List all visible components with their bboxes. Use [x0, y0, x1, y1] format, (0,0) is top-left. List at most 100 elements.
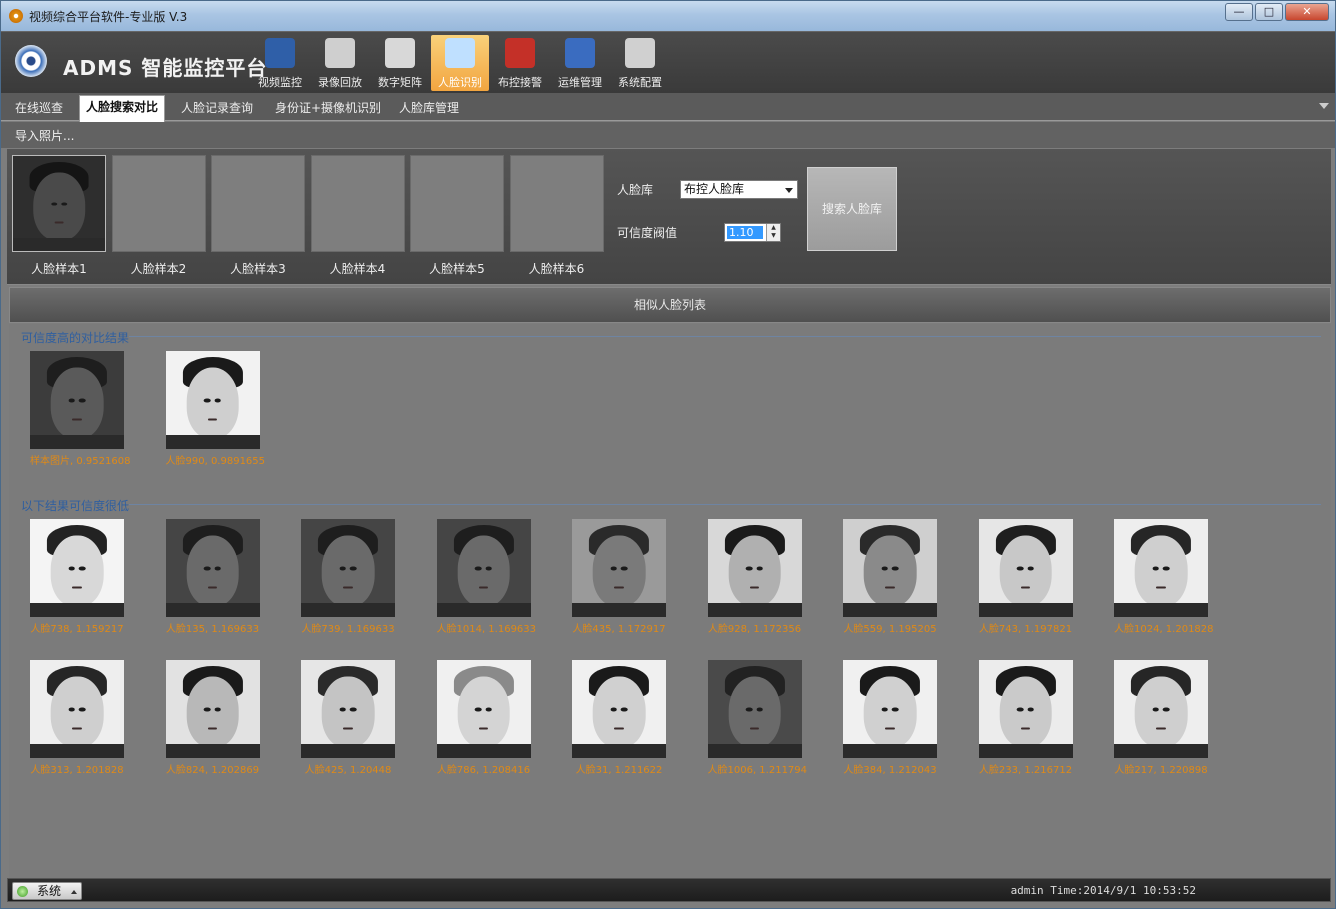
- result-item[interactable]: 人脸928, 1.172356: [707, 519, 802, 635]
- threshold-stepper[interactable]: 1.10 ▲ ▼: [724, 223, 781, 242]
- toolbar-alarm-light-button[interactable]: 布控接警: [491, 35, 549, 91]
- result-face-photo[interactable]: [436, 660, 531, 758]
- result-face-photo[interactable]: [436, 519, 531, 617]
- stepper-down-icon[interactable]: ▼: [767, 232, 780, 240]
- toolbar-label: 视频监控: [258, 76, 302, 89]
- result-face-photo[interactable]: [301, 519, 395, 617]
- result-face-photo[interactable]: [1114, 660, 1208, 758]
- result-face-photo[interactable]: [165, 351, 260, 449]
- face-sample-label: 人脸样本6: [528, 262, 585, 276]
- face-sample-slot[interactable]: 人脸样本1: [12, 155, 106, 277]
- result-face-photo[interactable]: [301, 660, 395, 758]
- threshold-value[interactable]: 1.10: [727, 226, 763, 239]
- result-face-photo[interactable]: [707, 660, 802, 758]
- face-sample-empty[interactable]: [211, 155, 305, 252]
- face-sample-photo[interactable]: [12, 155, 106, 252]
- result-face-photo[interactable]: [30, 351, 124, 449]
- low-confidence-title: 以下结果可信度很低: [21, 499, 130, 513]
- result-item[interactable]: 人脸1024, 1.201828: [1114, 519, 1214, 635]
- toolbar-label: 人脸识别: [438, 76, 482, 89]
- search-face-db-button[interactable]: 搜索人脸库: [807, 167, 897, 251]
- result-item[interactable]: 人脸743, 1.197821: [978, 519, 1073, 635]
- result-item[interactable]: 人脸1006, 1.211794: [707, 660, 807, 776]
- face-sample-label: 人脸样本5: [429, 262, 485, 276]
- result-item[interactable]: 人脸990, 0.9891655: [165, 351, 265, 467]
- result-face-photo[interactable]: [1114, 519, 1208, 617]
- face-sample-empty[interactable]: [509, 155, 604, 252]
- result-item[interactable]: 样本图片, 0.9521608: [30, 351, 131, 467]
- result-face-photo[interactable]: [707, 519, 802, 617]
- result-face-photo[interactable]: [843, 519, 937, 617]
- face-sample-empty[interactable]: [111, 155, 206, 252]
- result-item[interactable]: 人脸738, 1.159217: [30, 519, 124, 635]
- logo-eye-icon: [15, 45, 47, 77]
- face-sample-slot[interactable]: 人脸样本5: [410, 155, 504, 277]
- tab-overflow-icon[interactable]: [1319, 103, 1329, 109]
- face-db-value: 布控人脸库: [684, 182, 745, 196]
- result-item[interactable]: 人脸384, 1.212043: [843, 660, 937, 776]
- result-item[interactable]: 人脸135, 1.169633: [165, 519, 260, 635]
- result-item[interactable]: 人脸435, 1.172917: [572, 519, 666, 635]
- close-button[interactable]: ✕: [1285, 3, 1329, 21]
- tab-0[interactable]: 在线巡查: [9, 97, 69, 121]
- main-window: 视频综合平台软件-专业版 V.3 — □ ✕ ADMS 智能监控平台 视频监控 录…: [0, 0, 1336, 909]
- minimize-button[interactable]: —: [1225, 3, 1253, 21]
- tab-3[interactable]: 身份证+摄像机识别: [269, 97, 387, 121]
- result-item[interactable]: 人脸313, 1.201828: [30, 660, 124, 776]
- result-item[interactable]: 人脸739, 1.169633: [301, 519, 395, 635]
- system-menu-button[interactable]: 系统: [12, 882, 82, 900]
- toolbar-grid-matrix-button[interactable]: 数字矩阵: [371, 35, 429, 91]
- result-face-photo[interactable]: [30, 519, 124, 617]
- face-id-icon: [445, 38, 475, 68]
- result-face-photo[interactable]: [572, 519, 666, 617]
- app-icon: [9, 9, 23, 23]
- result-item[interactable]: 人脸425, 1.20448: [301, 660, 395, 776]
- system-menu-label: 系统: [37, 884, 62, 898]
- toolbar-clapperboard-button[interactable]: 录像回放: [311, 35, 369, 91]
- result-item[interactable]: 人脸217, 1.220898: [1114, 660, 1208, 776]
- result-caption: 人脸425, 1.20448: [304, 765, 392, 776]
- face-sample-slot[interactable]: 人脸样本4: [310, 155, 405, 277]
- result-caption: 人脸313, 1.201828: [30, 765, 124, 776]
- result-caption: 人脸786, 1.208416: [436, 765, 531, 776]
- result-item[interactable]: 人脸31, 1.211622: [572, 660, 666, 776]
- face-sample-slot[interactable]: 人脸样本2: [111, 155, 206, 277]
- result-face-photo[interactable]: [572, 660, 666, 758]
- face-sample-empty[interactable]: [310, 155, 405, 252]
- import-photo-link[interactable]: 导入照片...: [15, 127, 74, 144]
- toolbar-technician-button[interactable]: 运维管理: [551, 35, 609, 91]
- result-face-photo[interactable]: [165, 660, 260, 758]
- result-caption: 样本图片, 0.9521608: [30, 456, 131, 467]
- tab-bar: 在线巡查 人脸搜索对比 人脸记录查询 身份证+摄像机识别 人脸库管理: [1, 93, 1335, 122]
- result-face-photo[interactable]: [978, 660, 1073, 758]
- result-face-photo[interactable]: [30, 660, 124, 758]
- result-caption: 人脸739, 1.169633: [301, 624, 395, 635]
- status-bar: 系统 admin Time:2014/9/1 10:53:52: [7, 878, 1331, 902]
- toolbar-label: 运维管理: [558, 76, 602, 89]
- result-item[interactable]: 人脸559, 1.195205: [843, 519, 937, 635]
- grid-matrix-icon: [385, 38, 415, 68]
- result-face-photo[interactable]: [843, 660, 937, 758]
- tab-1[interactable]: 人脸搜索对比: [79, 95, 166, 122]
- tab-4[interactable]: 人脸库管理: [393, 97, 465, 121]
- face-sample-slot[interactable]: 人脸样本3: [211, 155, 305, 277]
- face-sample-slot[interactable]: 人脸样本6: [509, 155, 604, 277]
- result-face-photo[interactable]: [978, 519, 1073, 617]
- maximize-button[interactable]: □: [1255, 3, 1283, 21]
- face-db-label: 人脸库: [617, 183, 654, 197]
- tab-2[interactable]: 人脸记录查询: [175, 97, 259, 121]
- toolbar-gear-button[interactable]: 系统配置: [611, 35, 669, 91]
- toolbar-camera-eye-button[interactable]: 视频监控: [251, 35, 309, 91]
- system-status-icon: [17, 886, 28, 897]
- import-bar: 导入照片...: [1, 122, 1335, 148]
- stepper-up-icon[interactable]: ▲: [767, 224, 780, 232]
- result-face-photo[interactable]: [165, 519, 260, 617]
- face-db-select[interactable]: 布控人脸库: [680, 180, 798, 199]
- toolbar-face-id-button[interactable]: 人脸识别: [431, 35, 489, 91]
- result-item[interactable]: 人脸824, 1.202869: [165, 660, 260, 776]
- result-item[interactable]: 人脸233, 1.216712: [978, 660, 1073, 776]
- result-item[interactable]: 人脸786, 1.208416: [436, 660, 531, 776]
- face-sample-empty[interactable]: [410, 155, 504, 252]
- result-item[interactable]: 人脸1014, 1.169633: [436, 519, 536, 635]
- toolbar-label: 录像回放: [318, 76, 362, 89]
